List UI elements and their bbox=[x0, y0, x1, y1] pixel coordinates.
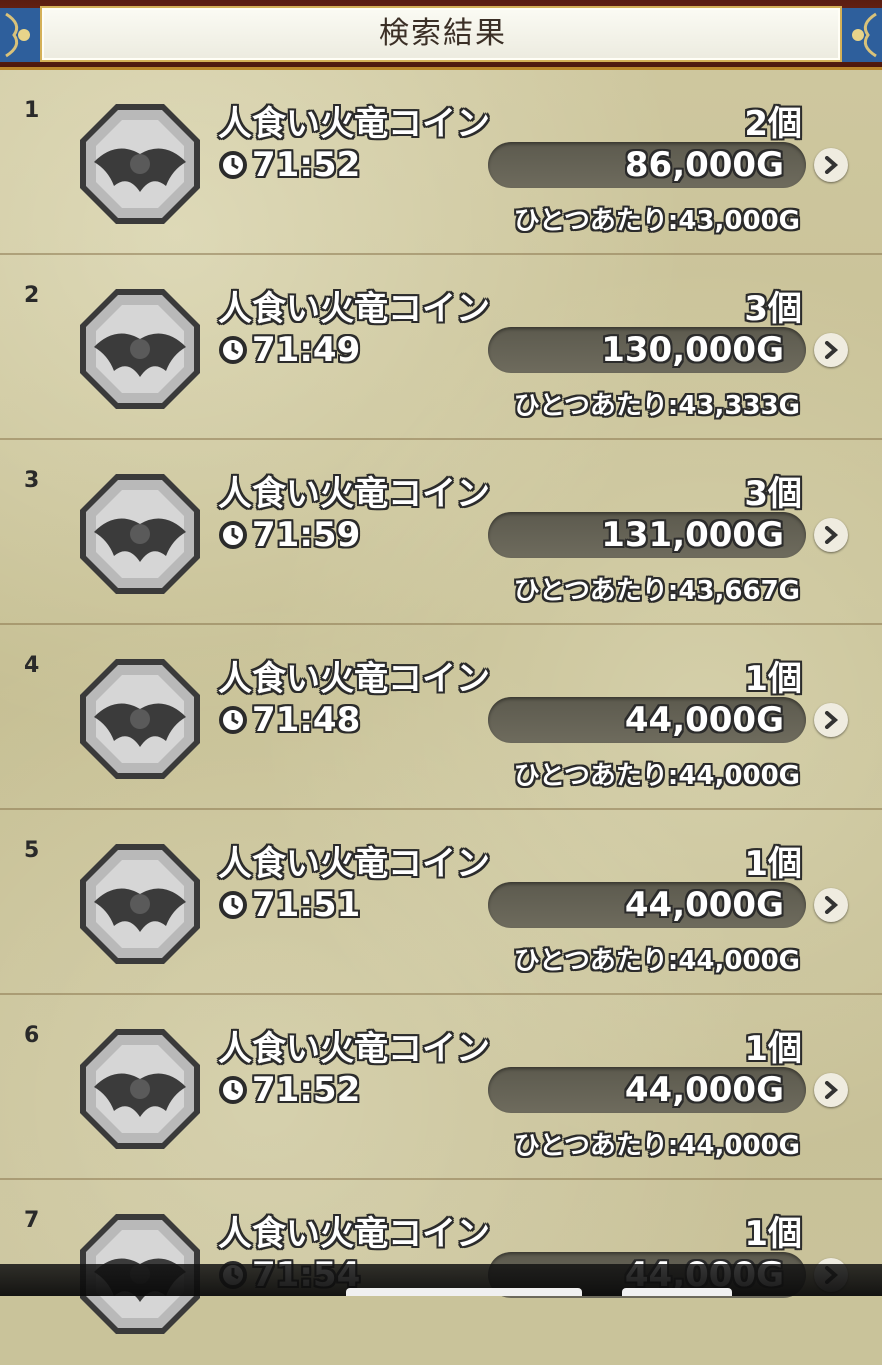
detail-chevron-button[interactable] bbox=[814, 333, 848, 367]
unit-price: ひとつあたり:43,667G bbox=[513, 576, 800, 606]
unit-price: ひとつあたり:44,000G bbox=[513, 1131, 800, 1161]
dragon-coin-icon bbox=[80, 1029, 200, 1149]
list-item[interactable]: 2 人食い火竜コイン 3個 71:49 130,000G ひとつあたり:43,3… bbox=[0, 255, 882, 440]
item-quantity: 3個 bbox=[744, 474, 802, 514]
dragon-coin-icon bbox=[80, 474, 200, 594]
chevron-right-icon bbox=[825, 341, 839, 359]
time-text: 71:52 bbox=[252, 1070, 361, 1110]
clock-icon bbox=[219, 151, 247, 179]
price-field: 131,000G bbox=[488, 512, 806, 558]
item-quantity: 1個 bbox=[744, 844, 802, 884]
time-text: 71:51 bbox=[252, 885, 361, 925]
chevron-right-icon bbox=[825, 711, 839, 729]
row-index: 2 bbox=[24, 283, 40, 308]
price-field: 44,000G bbox=[488, 1067, 806, 1113]
unit-price: ひとつあたり:43,000G bbox=[513, 206, 800, 236]
total-price: 86,000G bbox=[624, 145, 784, 185]
time-text: 71:52 bbox=[252, 145, 361, 185]
list-item[interactable]: 5 人食い火竜コイン 1個 71:51 44,000G ひとつあたり:44,00… bbox=[0, 810, 882, 995]
detail-chevron-button[interactable] bbox=[814, 518, 848, 552]
row-index: 3 bbox=[24, 468, 40, 493]
chevron-right-icon bbox=[825, 156, 839, 174]
detail-chevron-button[interactable] bbox=[814, 148, 848, 182]
row-index: 6 bbox=[24, 1023, 40, 1048]
time-remaining: 71:52 bbox=[218, 144, 360, 186]
clock-icon bbox=[219, 706, 247, 734]
header-title-plate: 検索結果 bbox=[40, 6, 842, 62]
item-name: 人食い火竜コイン bbox=[218, 289, 490, 329]
item-name: 人食い火竜コイン bbox=[218, 659, 490, 699]
bottom-tab-right[interactable] bbox=[622, 1288, 732, 1296]
chevron-right-icon bbox=[825, 526, 839, 544]
item-quantity: 2個 bbox=[744, 104, 802, 144]
time-text: 71:48 bbox=[252, 700, 361, 740]
price-field: 130,000G bbox=[488, 327, 806, 373]
list-item[interactable]: 4 人食い火竜コイン 1個 71:48 44,000G ひとつあたり:44,00… bbox=[0, 625, 882, 810]
list-item[interactable]: 3 人食い火竜コイン 3個 71:59 131,000G ひとつあたり:43,6… bbox=[0, 440, 882, 625]
row-index: 7 bbox=[24, 1208, 40, 1233]
clock-icon bbox=[219, 336, 247, 364]
page-title: 検索結果 bbox=[379, 16, 507, 51]
header-bar: 検索結果 bbox=[0, 0, 882, 70]
clock-icon bbox=[219, 521, 247, 549]
clock-icon bbox=[219, 891, 247, 919]
total-price: 44,000G bbox=[624, 700, 784, 740]
unit-price: ひとつあたり:44,000G bbox=[513, 761, 800, 791]
detail-chevron-button[interactable] bbox=[814, 703, 848, 737]
dragon-coin-icon bbox=[80, 289, 200, 409]
detail-chevron-button[interactable] bbox=[814, 888, 848, 922]
total-price: 130,000G bbox=[601, 330, 784, 370]
price-field: 44,000G bbox=[488, 882, 806, 928]
clock-icon bbox=[219, 1076, 247, 1104]
time-text: 71:49 bbox=[252, 330, 361, 370]
chevron-right-icon bbox=[825, 896, 839, 914]
time-remaining: 71:59 bbox=[218, 514, 360, 556]
total-price: 131,000G bbox=[601, 515, 784, 555]
row-index: 5 bbox=[24, 838, 40, 863]
item-quantity: 1個 bbox=[744, 659, 802, 699]
time-remaining: 71:49 bbox=[218, 329, 360, 371]
item-quantity: 1個 bbox=[744, 1214, 802, 1254]
item-name: 人食い火竜コイン bbox=[218, 104, 490, 144]
time-remaining: 71:48 bbox=[218, 699, 360, 741]
ornament-left-icon bbox=[0, 8, 40, 62]
ornament-right-icon bbox=[842, 8, 882, 62]
total-price: 44,000G bbox=[624, 885, 784, 925]
item-name: 人食い火竜コイン bbox=[218, 844, 490, 884]
row-index: 1 bbox=[24, 98, 40, 123]
dragon-coin-icon bbox=[80, 844, 200, 964]
time-text: 71:59 bbox=[252, 515, 361, 555]
item-quantity: 3個 bbox=[744, 289, 802, 329]
item-name: 人食い火竜コイン bbox=[218, 474, 490, 514]
unit-price: ひとつあたり:44,000G bbox=[513, 946, 800, 976]
row-index: 4 bbox=[24, 653, 40, 678]
dragon-coin-icon bbox=[80, 104, 200, 224]
time-remaining: 71:52 bbox=[218, 1069, 360, 1111]
detail-chevron-button[interactable] bbox=[814, 1073, 848, 1107]
list-item[interactable]: 1 人食い火竜コイン 2個 71:52 86,000G ひとつあたり:43,00… bbox=[0, 70, 882, 255]
chevron-right-icon bbox=[825, 1081, 839, 1099]
item-quantity: 1個 bbox=[744, 1029, 802, 1069]
item-name: 人食い火竜コイン bbox=[218, 1214, 490, 1254]
total-price: 44,000G bbox=[624, 1070, 784, 1110]
item-name: 人食い火竜コイン bbox=[218, 1029, 490, 1069]
bottom-tab-left[interactable] bbox=[346, 1288, 582, 1296]
list-item[interactable]: 6 人食い火竜コイン 1個 71:52 44,000G ひとつあたり:44,00… bbox=[0, 995, 882, 1180]
time-remaining: 71:51 bbox=[218, 884, 360, 926]
dragon-coin-icon bbox=[80, 659, 200, 779]
price-field: 86,000G bbox=[488, 142, 806, 188]
unit-price: ひとつあたり:43,333G bbox=[513, 391, 800, 421]
price-field: 44,000G bbox=[488, 697, 806, 743]
